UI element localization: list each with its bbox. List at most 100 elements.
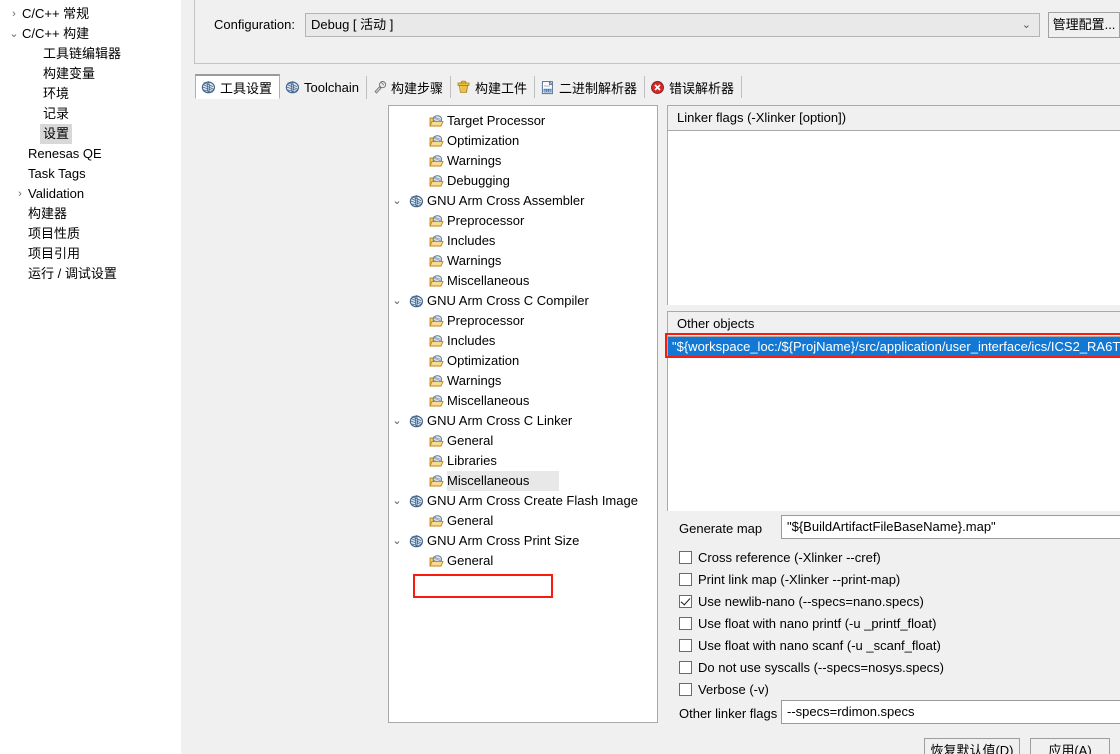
tool-tree-item[interactable]: General — [389, 431, 657, 451]
checkbox-row[interactable]: Verbose (-v) — [679, 678, 769, 700]
tool-tree-item[interactable]: Target Processor — [389, 111, 657, 131]
folder-tool-icon — [429, 454, 444, 469]
chevron-down-icon[interactable]: ⌄ — [389, 291, 405, 311]
sidebar-item[interactable]: Renesas QE — [0, 144, 180, 164]
folder-tool-icon — [429, 434, 444, 449]
tool-tree-item[interactable]: Debugging — [389, 171, 657, 191]
configuration-label: Configuration: — [214, 17, 295, 32]
checkbox-label: Use float with nano printf (-u _printf_f… — [698, 615, 937, 631]
tool-tree-item-label: Includes — [447, 233, 496, 248]
sidebar-item-label: 构建变量 — [43, 66, 96, 81]
restore-defaults-button[interactable]: 恢复默认值(D) — [924, 738, 1020, 754]
sidebar-item-label: C/C++ 常规 — [22, 6, 90, 21]
tool-tree-item[interactable]: Miscellaneous — [389, 471, 657, 491]
tool-tree-item[interactable]: ⌄ GNU Arm Cross Create Flash Image — [389, 491, 657, 511]
tool-tree-panel[interactable]: Target Processor Optimization Warnings Debu… — [388, 105, 658, 723]
tab-strip[interactable]: 工具设置 Toolchain 构建步骤 构建工件 010 二进制解析器 错误解析器 — [195, 74, 743, 99]
other-linker-flags-input[interactable]: --specs=rdimon.specs — [781, 700, 1120, 724]
tool-tree-item[interactable]: General — [389, 511, 657, 531]
checkbox-unchecked-icon[interactable] — [679, 660, 692, 674]
tool-gear-icon — [409, 194, 424, 209]
tab-binary-parser[interactable]: 010 二进制解析器 — [535, 76, 645, 99]
chevron-down-icon[interactable]: ⌄ — [389, 411, 405, 431]
chevron-down-icon: ⌄ — [1021, 19, 1031, 31]
tool-tree-item[interactable]: Miscellaneous — [389, 391, 657, 411]
tool-tree-item[interactable]: Preprocessor — [389, 311, 657, 331]
list-item[interactable]: "${workspace_loc:/${ProjName}/src/applic… — [668, 337, 1120, 357]
checkbox-row[interactable]: Use newlib-nano (--specs=nano.specs) — [679, 590, 924, 612]
tab-tool-settings[interactable]: 工具设置 — [195, 74, 281, 99]
tool-tree-item[interactable]: Includes — [389, 331, 657, 351]
chevron-down-icon[interactable]: ⌄ — [389, 531, 405, 551]
sidebar-item[interactable]: 设置 — [0, 124, 180, 144]
error-parser-icon — [650, 80, 665, 95]
tool-tree-item[interactable]: Libraries — [389, 451, 657, 471]
sidebar-item[interactable]: › C/C++ 常规 — [0, 4, 180, 24]
tool-tree-item[interactable]: Warnings — [389, 251, 657, 271]
tool-tree-item[interactable]: ⌄ GNU Arm Cross Assembler — [389, 191, 657, 211]
tab-build-artifact[interactable]: 构建工件 — [451, 76, 535, 99]
tool-gear-icon — [409, 414, 424, 429]
tool-tree-item[interactable]: Optimization — [389, 131, 657, 151]
tool-tree-item[interactable]: Optimization — [389, 351, 657, 371]
configuration-dropdown[interactable]: Debug [ 活动 ] ⌄ — [305, 13, 1040, 37]
preferences-sidebar[interactable]: › C/C++ 常规 ⌄ C/C++ 构建 工具链编辑器 构建变量 环境 记录 设置 Renesa… — [0, 0, 182, 754]
tool-tree-item[interactable]: Warnings — [389, 371, 657, 391]
checkbox-checked-icon[interactable] — [679, 594, 692, 608]
tool-tree-item[interactable]: ⌄ GNU Arm Cross C Linker — [389, 411, 657, 431]
checkbox-row[interactable]: Do not use syscalls (--specs=nosys.specs… — [679, 656, 944, 678]
tool-tree-item[interactable]: General — [389, 551, 657, 571]
tab-build-steps[interactable]: 构建步骤 — [367, 76, 451, 99]
tool-tree-item-label: Debugging — [447, 173, 510, 188]
checkbox-row[interactable]: Use float with nano scanf (-u _scanf_flo… — [679, 634, 941, 656]
sidebar-item-label: 记录 — [43, 106, 70, 121]
sidebar-item[interactable]: 环境 — [0, 84, 180, 104]
tab-toolchain[interactable]: Toolchain — [280, 76, 367, 99]
chevron-down-icon[interactable]: ⌄ — [389, 191, 405, 211]
checkbox-unchecked-icon[interactable] — [679, 550, 692, 564]
sidebar-item[interactable]: 运行 / 调试设置 — [0, 264, 180, 284]
tab-label: Toolchain — [304, 80, 359, 95]
sidebar-item[interactable]: › Validation — [0, 184, 180, 204]
tool-tree-item[interactable]: Warnings — [389, 151, 657, 171]
manage-configurations-button[interactable]: 管理配置... — [1048, 12, 1120, 38]
sidebar-item[interactable]: 项目性质 — [0, 224, 180, 244]
sidebar-item[interactable]: ⌄ C/C++ 构建 — [0, 24, 180, 44]
checkbox-label: Cross reference (-Xlinker --cref) — [698, 549, 881, 565]
apply-button[interactable]: 应用(A) — [1030, 738, 1110, 754]
tool-tree-item[interactable]: Miscellaneous — [389, 271, 657, 291]
sidebar-item[interactable]: Task Tags — [0, 164, 180, 184]
tool-tree-item-label: Target Processor — [447, 113, 546, 128]
folder-tool-icon — [429, 114, 444, 129]
sidebar-item[interactable]: 记录 — [0, 104, 180, 124]
tool-tree-item[interactable]: Preprocessor — [389, 211, 657, 231]
sidebar-item-label: 构建器 — [28, 206, 68, 221]
tool-tree-item[interactable]: ⌄ GNU Arm Cross C Compiler — [389, 291, 657, 311]
checkbox-unchecked-icon[interactable] — [679, 682, 692, 696]
other-objects-list[interactable]: "${workspace_loc:/${ProjName}/src/applic… — [668, 337, 1120, 511]
checkbox-unchecked-icon[interactable] — [679, 616, 692, 630]
chevron-right-icon[interactable]: › — [12, 184, 28, 204]
sidebar-item[interactable]: 构建器 — [0, 204, 180, 224]
generate-map-input[interactable]: "${BuildArtifactFileBaseName}.map" — [781, 515, 1120, 539]
linker-flags-list[interactable] — [668, 131, 1120, 305]
sidebar-item[interactable]: 工具链编辑器 — [0, 44, 180, 64]
checkbox-row[interactable]: Print link map (-Xlinker --print-map) — [679, 568, 900, 590]
chevron-right-icon[interactable]: › — [6, 4, 22, 24]
tab-error-parser[interactable]: 错误解析器 — [645, 76, 743, 99]
sidebar-item-label: Renesas QE — [28, 146, 102, 161]
tool-tree-item[interactable]: Includes — [389, 231, 657, 251]
checkbox-unchecked-icon[interactable] — [679, 572, 692, 586]
sidebar-item[interactable]: 构建变量 — [0, 64, 180, 84]
tool-tree-item-label: General — [447, 433, 494, 448]
tool-tree-item[interactable]: ⌄ GNU Arm Cross Print Size — [389, 531, 657, 551]
chevron-down-icon[interactable]: ⌄ — [6, 24, 22, 44]
sidebar-item-label: Task Tags — [28, 166, 86, 181]
folder-tool-icon — [429, 234, 444, 249]
tab-label: 二进制解析器 — [558, 81, 637, 96]
checkbox-row[interactable]: Cross reference (-Xlinker --cref) — [679, 546, 881, 568]
chevron-down-icon[interactable]: ⌄ — [389, 491, 405, 511]
checkbox-unchecked-icon[interactable] — [679, 638, 692, 652]
sidebar-item[interactable]: 项目引用 — [0, 244, 180, 264]
checkbox-row[interactable]: Use float with nano printf (-u _printf_f… — [679, 612, 936, 634]
